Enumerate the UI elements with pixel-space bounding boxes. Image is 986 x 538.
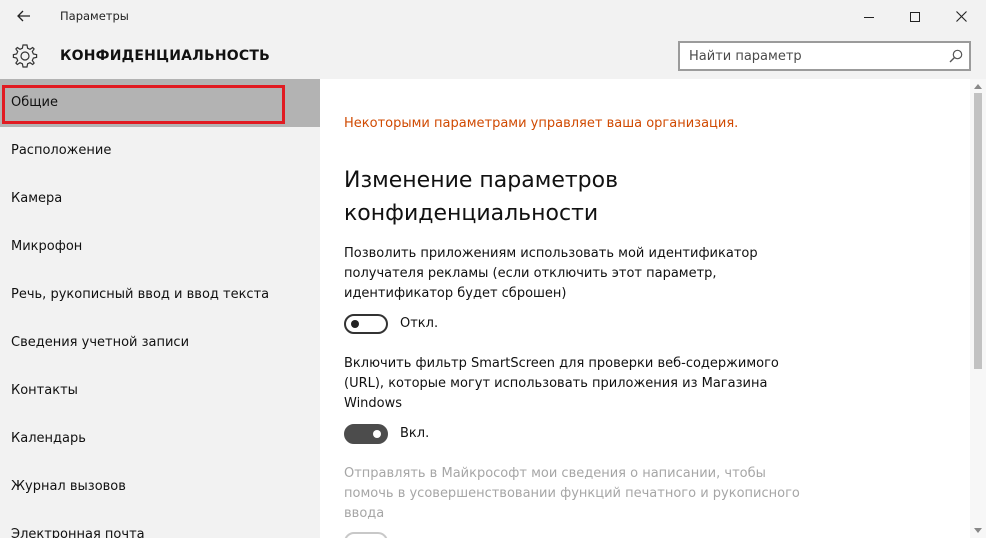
advertising-id-state: Откл. (400, 316, 439, 331)
close-button[interactable] (938, 0, 984, 33)
sidebar-item-location[interactable]: Расположение (0, 127, 320, 175)
toggle-knob (351, 320, 359, 328)
sidebar-item-microphone[interactable]: Микрофон (0, 223, 320, 271)
sidebar-item-label: Речь, рукописный ввод и ввод текста (11, 287, 270, 302)
sidebar-item-label: Камера (11, 191, 63, 206)
sidebar-item-contacts[interactable]: Контакты (0, 367, 320, 415)
org-managed-notice: Некоторыми параметрами управляет ваша ор… (344, 116, 739, 131)
window-title: Параметры (60, 9, 129, 23)
typing-info-description: Отправлять в Майкрософт мои сведения о н… (344, 466, 800, 521)
sidebar-item-label: Микрофон (11, 239, 83, 254)
maximize-icon (910, 11, 920, 22)
advertising-id-description: Позволить приложениям использовать мой и… (344, 246, 758, 301)
search-input[interactable]: Найти параметр (678, 41, 971, 71)
sidebar-item-label: Контакты (11, 383, 78, 398)
sidebar-item-email[interactable]: Электронная почта (0, 511, 320, 538)
page-title: КОНФИДЕНЦИАЛЬНОСТЬ (60, 48, 270, 64)
scroll-down-button[interactable] (973, 526, 983, 536)
sidebar-item-label: Сведения учетной записи (11, 335, 190, 350)
sidebar-item-label: Расположение (11, 143, 112, 158)
sidebar-item-speech[interactable]: Речь, рукописный ввод и ввод текста (0, 271, 320, 319)
sidebar-item-calendar[interactable]: Календарь (0, 415, 320, 463)
smartscreen-description: Включить фильтр SmartScreen для проверки… (344, 356, 779, 411)
search-placeholder: Найти параметр (689, 49, 802, 64)
title-bar: Параметры (0, 0, 986, 33)
scroll-up-button[interactable] (973, 81, 983, 91)
vertical-scrollbar[interactable] (970, 79, 986, 538)
highlight-frame (2, 85, 285, 124)
maximize-button[interactable] (892, 0, 938, 33)
sidebar-item-call-history[interactable]: Журнал вызовов (0, 463, 320, 511)
back-arrow-icon (17, 10, 30, 22)
sidebar-item-camera[interactable]: Камера (0, 175, 320, 223)
sidebar: Общие Расположение Камера Микрофон Речь,… (0, 79, 320, 538)
close-icon (955, 11, 967, 22)
chevron-up-icon (974, 84, 982, 89)
sidebar-item-label: Календарь (11, 431, 86, 446)
minimize-icon (864, 16, 874, 18)
sidebar-item-account-info[interactable]: Сведения учетной записи (0, 319, 320, 367)
advertising-id-toggle[interactable] (344, 314, 388, 334)
minimize-button[interactable] (846, 0, 892, 33)
sidebar-item-label: Журнал вызовов (11, 479, 126, 494)
sidebar-item-general[interactable]: Общие (0, 79, 320, 127)
smartscreen-toggle[interactable] (344, 424, 388, 444)
sidebar-item-label: Электронная почта (11, 527, 145, 538)
gear-icon (12, 44, 38, 68)
scroll-thumb[interactable] (974, 93, 982, 369)
back-button[interactable] (10, 5, 38, 27)
chevron-down-icon (974, 528, 982, 533)
smartscreen-state: Вкл. (400, 426, 430, 441)
content-pane: Некоторыми параметрами управляет ваша ор… (320, 79, 986, 538)
search-icon[interactable] (949, 49, 963, 63)
typing-info-toggle (344, 532, 388, 538)
toggle-knob (373, 430, 381, 438)
page-header: КОНФИДЕНЦИАЛЬНОСТЬ Найти параметр (0, 33, 986, 79)
section-title: Изменение параметров конфиденциальности (344, 168, 619, 226)
